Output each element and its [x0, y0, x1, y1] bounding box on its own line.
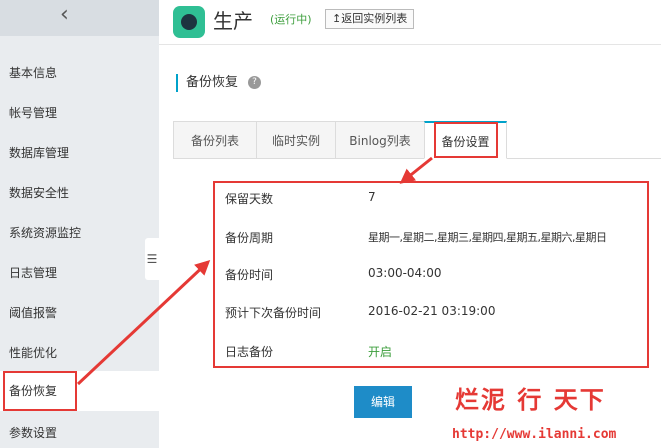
time-label: 备份时间	[225, 268, 274, 282]
tab-temp-instance[interactable]: 临时实例	[256, 121, 336, 159]
cycle-label: 备份周期	[225, 231, 274, 245]
sidebar-collapse-button[interactable]: ‹	[0, 0, 159, 36]
sidebar-item-resource-monitor[interactable]: 系统资源监控	[0, 213, 159, 253]
edit-button[interactable]: 编辑	[354, 386, 412, 418]
tab-binlog-list[interactable]: Binlog列表	[335, 121, 425, 159]
sidebar-annotation-box	[3, 371, 77, 411]
sidebar-item-logs[interactable]: 日志管理	[0, 253, 159, 293]
sidebar-item-data-security[interactable]: 数据安全性	[0, 173, 159, 213]
status-badge: (运行中)	[270, 13, 312, 26]
tab-backup-list[interactable]: 备份列表	[173, 121, 257, 159]
header-divider	[159, 44, 661, 45]
sidebar-item-basic-info[interactable]: 基本信息	[0, 53, 159, 93]
app-logo-icon	[173, 6, 205, 38]
section-title: 备份恢复	[176, 74, 238, 92]
arrow-tab-to-settings	[399, 156, 433, 184]
retention-value: 7	[368, 190, 376, 204]
retention-label: 保留天数	[225, 192, 274, 206]
sidebar-item-databases[interactable]: 数据库管理	[0, 133, 159, 173]
next-backup-label: 预计下次备份时间	[225, 306, 322, 320]
log-backup-label: 日志备份	[225, 345, 274, 359]
tab-annotation-box	[434, 122, 498, 158]
sidebar-item-performance[interactable]: 性能优化	[0, 333, 159, 373]
watermark-url: http://www.ilanni.com	[452, 427, 617, 442]
sidebar-item-parameters[interactable]: 参数设置	[0, 413, 159, 448]
log-backup-value: 开启	[368, 345, 393, 359]
next-backup-value: 2016-02-21 03:19:00	[368, 304, 496, 318]
cycle-value: 星期一,星期二,星期三,星期四,星期五,星期六,星期日	[368, 231, 607, 244]
sidebar-item-alerts[interactable]: 阈值报警	[0, 293, 159, 333]
instance-title: 生产	[213, 9, 253, 33]
sidebar-toggle-handle[interactable]: ☰	[145, 238, 159, 280]
chevron-left-icon: ‹	[60, 2, 69, 27]
sidebar-item-accounts[interactable]: 帐号管理	[0, 93, 159, 133]
watermark-text: 烂泥 行 天下	[455, 385, 606, 414]
help-icon[interactable]: ?	[248, 76, 261, 89]
back-to-instance-list-button[interactable]: ↥返回实例列表	[325, 9, 415, 29]
time-value: 03:00-04:00	[368, 266, 442, 280]
